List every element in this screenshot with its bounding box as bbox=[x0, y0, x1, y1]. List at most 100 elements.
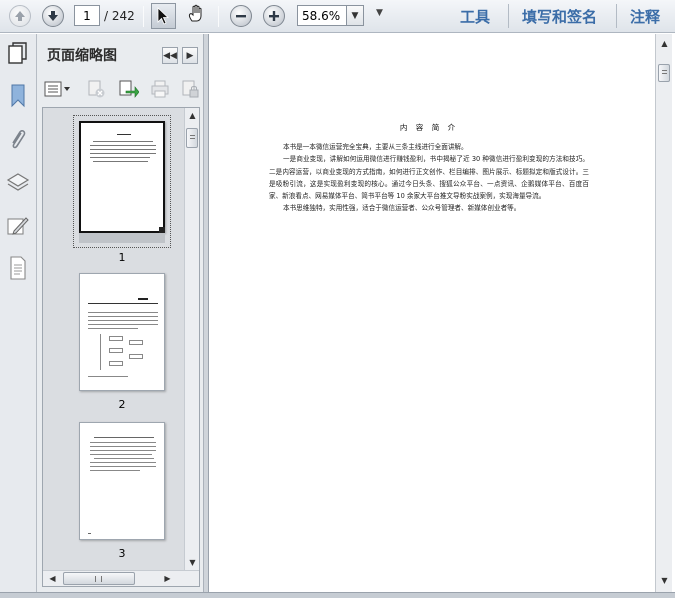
thumbnail-text-line bbox=[88, 328, 138, 329]
zoom-dropdown-button[interactable]: ▼ bbox=[346, 5, 364, 26]
page-properties-button[interactable] bbox=[179, 80, 201, 102]
attachments-rail-button[interactable] bbox=[6, 128, 30, 156]
thumbnail-page-3[interactable] bbox=[79, 422, 165, 540]
thumbnail-text-line bbox=[90, 470, 140, 471]
cursor-arrow-icon bbox=[157, 7, 171, 29]
document-paragraph: 本书是一本微信运营完全宝典，主要从三条主线进行全面讲解。 bbox=[283, 143, 468, 151]
triangle-down-icon: ▼ bbox=[189, 558, 196, 567]
document-vertical-scrollbar[interactable]: ▲ ▼ bbox=[655, 34, 672, 592]
document-paragraph: 本书思维独特，实用性强，适合于微信运营者、公众号管理者、新媒体创业者等。 bbox=[283, 204, 521, 213]
paperclip-icon bbox=[8, 128, 28, 156]
thumbnail-vertical-scrollbar[interactable]: ▲ ▼ bbox=[184, 108, 199, 570]
bookmarks-rail-button[interactable] bbox=[6, 84, 30, 110]
zoom-out-button[interactable] bbox=[229, 4, 253, 28]
navigation-rail bbox=[0, 34, 37, 592]
zoom-in-button[interactable] bbox=[262, 4, 286, 28]
thumbnail-heading bbox=[138, 298, 148, 300]
signatures-rail-button[interactable] bbox=[6, 216, 30, 240]
caret-down-icon: ▼ bbox=[376, 8, 383, 18]
scrollbar-thumb[interactable] bbox=[186, 128, 198, 148]
insert-page-icon bbox=[117, 79, 140, 103]
page-thumbnails-rail-button[interactable] bbox=[6, 42, 30, 70]
triangle-up-icon: ▲ bbox=[189, 111, 196, 120]
next-page-button[interactable] bbox=[41, 4, 65, 28]
thumbnail-page-number: 1 bbox=[118, 251, 126, 264]
options-menu-button[interactable] bbox=[43, 80, 73, 102]
thumbnail-text-line bbox=[90, 149, 156, 150]
page-number-input[interactable] bbox=[74, 5, 100, 26]
thumbnail-text-line bbox=[88, 320, 158, 321]
thumbnail-page-number: 2 bbox=[118, 398, 126, 411]
thumbnail-text-line bbox=[93, 161, 148, 162]
thumbnail-text-line bbox=[90, 466, 156, 467]
thumbnail-text-line bbox=[90, 442, 156, 443]
main-toolbar: / 242 ▼ ▼ 工具 填写和签名 注释 bbox=[0, 0, 675, 33]
collapse-panel-button[interactable]: ◀◀ bbox=[162, 47, 178, 64]
document-title: 内 容 简 介 bbox=[399, 123, 459, 132]
print-icon bbox=[150, 79, 170, 103]
right-arrow-icon: ▶ bbox=[186, 50, 194, 61]
delete-page-icon bbox=[86, 79, 106, 103]
document-icon bbox=[9, 256, 27, 284]
print-pages-button[interactable] bbox=[149, 80, 171, 102]
triangle-down-icon: ▼ bbox=[661, 576, 668, 585]
thumbnail-text-line bbox=[88, 312, 158, 313]
tools-menu[interactable]: 工具 bbox=[460, 6, 490, 27]
previous-page-button[interactable] bbox=[8, 4, 32, 28]
thumbnail-text-line bbox=[88, 533, 91, 534]
arrow-down-icon bbox=[42, 5, 64, 27]
page-lock-icon bbox=[180, 79, 200, 103]
triangle-up-icon: ▲ bbox=[661, 39, 668, 48]
panel-title: 页面缩略图 bbox=[47, 48, 117, 64]
page-thumbnails-panel: 页面缩略图 ◀◀ ▶ 1 2 3 ▲ ▼ ◀ ▶ bbox=[37, 34, 204, 592]
page-total-label: / 242 bbox=[104, 9, 135, 23]
zoom-level-input[interactable] bbox=[297, 5, 346, 26]
thumbnail-text-line bbox=[90, 157, 150, 158]
toolbar-divider bbox=[616, 4, 617, 28]
list-options-icon bbox=[44, 81, 72, 101]
toolbar-divider bbox=[508, 4, 509, 28]
document-view[interactable]: 内 容 简 介 本书是一本微信运营完全宝典，主要从三条主线进行全面讲解。 一是商… bbox=[208, 34, 655, 592]
thumbnail-text-line bbox=[88, 316, 158, 317]
thumbnail-page-2[interactable] bbox=[79, 273, 165, 391]
arrow-up-icon bbox=[9, 5, 31, 27]
thumbnail-text-line bbox=[90, 446, 156, 447]
scroll-down-button[interactable]: ▼ bbox=[657, 573, 672, 588]
hand-tool-button[interactable] bbox=[184, 4, 208, 28]
triangle-right-icon: ▶ bbox=[164, 574, 171, 583]
scroll-up-button[interactable]: ▲ bbox=[657, 36, 672, 51]
comment-menu[interactable]: 注释 bbox=[630, 6, 660, 27]
toolbar-divider bbox=[218, 6, 219, 27]
thumbnail-list[interactable]: 1 2 3 ▲ ▼ ◀ ▶ bbox=[42, 107, 200, 587]
thumbnail-horizontal-scrollbar[interactable]: ◀ ▶ bbox=[43, 570, 199, 586]
expand-panel-button[interactable]: ▶ bbox=[182, 47, 198, 64]
thumbnail-text-line bbox=[88, 376, 128, 377]
double-left-arrow-icon: ◀◀ bbox=[163, 50, 177, 61]
thumbnail-page-number: 3 bbox=[118, 547, 126, 560]
thumbnail-visible-area-overlay bbox=[79, 233, 165, 243]
select-tool-button[interactable] bbox=[151, 3, 176, 29]
thumbnail-text-line bbox=[90, 153, 156, 154]
thumbnail-rule bbox=[88, 303, 158, 304]
scroll-right-button[interactable]: ▶ bbox=[160, 571, 175, 586]
delete-pages-button[interactable] bbox=[85, 80, 107, 102]
thumbnail-text-line bbox=[117, 134, 131, 135]
more-tools-dropdown[interactable]: ▼ bbox=[376, 8, 383, 18]
triangle-left-icon: ◀ bbox=[49, 574, 56, 583]
thumbnail-toolbar bbox=[43, 80, 201, 104]
content-rail-button[interactable] bbox=[6, 256, 30, 284]
insert-pages-button[interactable] bbox=[117, 79, 140, 103]
scrollbar-thumb[interactable] bbox=[63, 572, 135, 585]
scrollbar-thumb[interactable] bbox=[658, 64, 670, 82]
scroll-left-button[interactable]: ◀ bbox=[45, 571, 60, 586]
page-content: 内 容 简 介 本书是一本微信运营完全宝典，主要从三条主线进行全面讲解。 一是商… bbox=[269, 122, 589, 215]
layers-rail-button[interactable] bbox=[6, 172, 30, 196]
scroll-down-button[interactable]: ▼ bbox=[185, 555, 199, 570]
thumbnail-text-line bbox=[88, 324, 158, 325]
pages-icon bbox=[7, 42, 29, 70]
thumbnail-page-1[interactable] bbox=[79, 121, 165, 233]
plus-icon bbox=[263, 5, 285, 27]
scroll-up-button[interactable]: ▲ bbox=[185, 108, 199, 123]
thumbnail-text-line bbox=[93, 141, 153, 142]
fill-and-sign-menu[interactable]: 填写和签名 bbox=[522, 6, 597, 27]
